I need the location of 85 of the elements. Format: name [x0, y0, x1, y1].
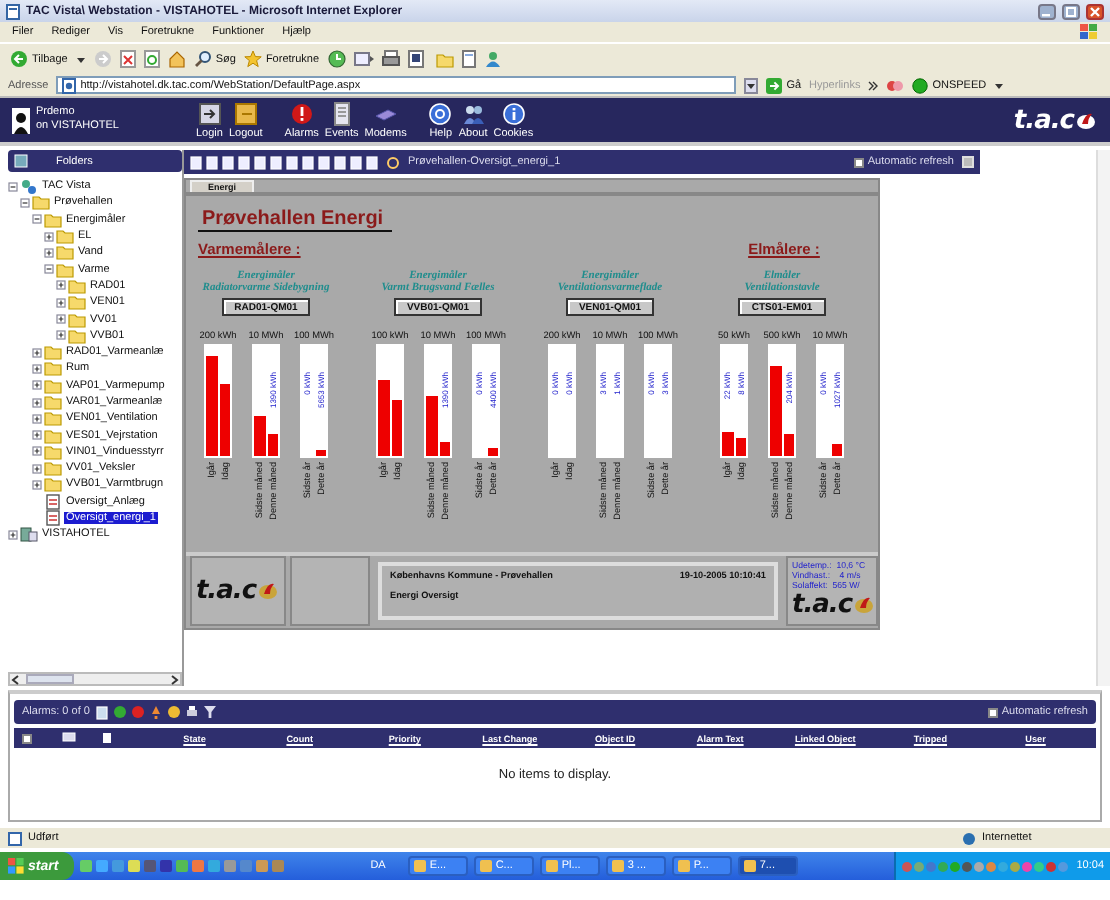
expand-icon[interactable]: [56, 297, 66, 308]
expand-icon[interactable]: [32, 363, 42, 374]
folders-icon: [14, 154, 28, 168]
expand-icon[interactable]: [56, 314, 66, 325]
window-icon: [479, 860, 492, 872]
expand-icon[interactable]: [32, 463, 42, 474]
expand-icon[interactable]: [32, 347, 42, 358]
expand-icon[interactable]: [32, 397, 42, 407]
window-icon: [743, 860, 756, 872]
alert-icon[interactable]: [131, 706, 144, 718]
expand-icon[interactable]: [32, 479, 42, 490]
window-icon: [611, 860, 624, 872]
logo: t.a.c: [792, 590, 872, 620]
people-icon: [461, 101, 486, 125]
checkbox[interactable]: [853, 157, 864, 167]
close-icon[interactable]: [1086, 3, 1104, 19]
globe-icon: [912, 77, 929, 93]
minimize-icon[interactable]: [1038, 3, 1056, 19]
info-icon: [501, 101, 526, 125]
collapse-icon[interactable]: [8, 181, 18, 192]
messenger-icon[interactable]: [483, 50, 502, 68]
stop-icon[interactable]: [119, 50, 136, 68]
expand-icon[interactable]: [56, 280, 66, 291]
alert-icon: [289, 101, 314, 125]
windows-logo-icon: [8, 858, 24, 874]
document-icon: [329, 101, 354, 125]
checkbox[interactable]: [22, 733, 32, 743]
checkbox[interactable]: [987, 707, 998, 717]
expand-icon[interactable]: [44, 247, 54, 258]
exclamation-icon[interactable]: [149, 705, 162, 719]
server-icon: [20, 526, 38, 543]
page-icon: [6, 3, 20, 19]
document-icon[interactable]: [95, 705, 108, 719]
logout-icon: [233, 101, 258, 125]
horizontal-scrollbar[interactable]: [8, 672, 182, 686]
go-arrow-icon: [766, 77, 783, 93]
page-icon: [8, 831, 22, 845]
chevron-icon[interactable]: [868, 79, 879, 91]
login-icon: [197, 101, 222, 125]
window-icon: [545, 860, 558, 872]
flag-icon: [1080, 24, 1098, 40]
expand-icon[interactable]: [32, 446, 42, 457]
monitor-icon: [62, 732, 76, 744]
expand-icon[interactable]: [32, 413, 42, 424]
arrow-left-icon[interactable]: [10, 673, 22, 685]
expand-icon[interactable]: [32, 430, 42, 441]
scroll-thumb[interactable]: [26, 674, 74, 684]
window-icon: [413, 860, 426, 872]
logo: t.a.c: [195, 576, 281, 606]
back-icon: [10, 50, 28, 68]
expand-icon[interactable]: [32, 380, 42, 391]
flame-icon: [854, 594, 876, 616]
collapse-icon[interactable]: [20, 197, 30, 208]
network-icon: [20, 178, 38, 195]
caret-icon[interactable]: [75, 55, 86, 63]
printer-icon[interactable]: [381, 50, 400, 68]
flame-icon: [1076, 109, 1098, 131]
logo: t.a.c: [1013, 105, 1098, 135]
expand-icon[interactable]: [44, 231, 54, 242]
maximize-icon[interactable]: [1062, 3, 1080, 19]
arrow-right-icon[interactable]: [168, 673, 180, 685]
mail-icon[interactable]: [353, 50, 374, 68]
page-icon: [44, 493, 62, 510]
flame-icon: [258, 580, 281, 602]
page-icon: [44, 510, 62, 527]
note-icon: [102, 732, 112, 744]
history-icon[interactable]: [327, 50, 346, 68]
printer-icon[interactable]: [185, 706, 198, 718]
globe-icon: [962, 831, 976, 845]
caret-icon[interactable]: [994, 81, 1005, 89]
expand-icon[interactable]: [56, 330, 66, 341]
page-heading: Prøvehallen Energi: [198, 208, 392, 232]
search-icon: [193, 50, 212, 68]
user-icon: [12, 107, 30, 133]
star-icon: [243, 50, 262, 68]
dropdown-icon[interactable]: [744, 77, 759, 93]
page-icon: [62, 77, 77, 93]
window-icon: [677, 860, 690, 872]
filter-icon[interactable]: [203, 706, 216, 718]
home-icon[interactable]: [167, 50, 186, 68]
collapse-icon[interactable]: [44, 264, 54, 275]
collapse-icon[interactable]: [32, 214, 42, 225]
help-icon: [428, 101, 453, 125]
expand-icon[interactable]: [8, 529, 18, 540]
vertical-scrollbar[interactable]: [1096, 150, 1110, 686]
